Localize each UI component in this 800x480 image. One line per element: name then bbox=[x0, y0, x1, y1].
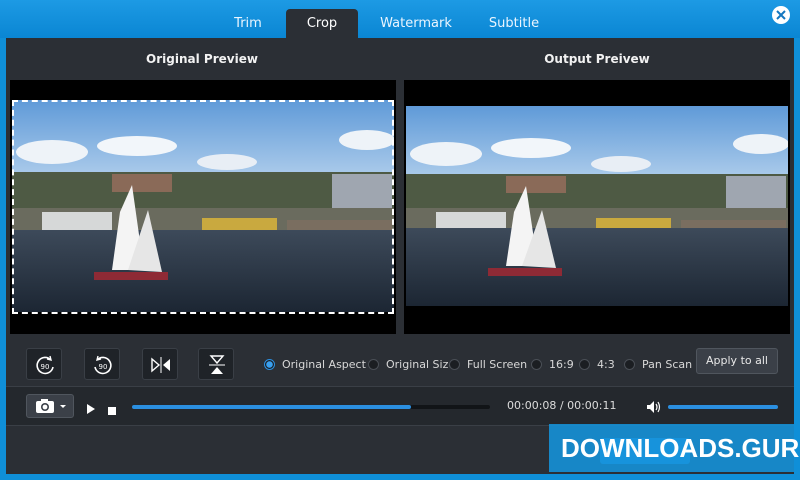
output-preview bbox=[404, 80, 790, 334]
rotate-left-button[interactable]: 90 bbox=[26, 348, 62, 380]
flip-vertical-button[interactable] bbox=[198, 348, 234, 380]
watermark-text: DOWNLOADS.GURU bbox=[561, 433, 800, 463]
flip-horizontal-icon bbox=[151, 357, 170, 373]
time-display: 00:00:08 / 00:00:11 bbox=[507, 399, 617, 412]
tab-watermark[interactable]: Watermark bbox=[372, 9, 460, 38]
close-icon bbox=[776, 10, 786, 20]
crop-panel: Original Preview Output Preivew 90 90 Or… bbox=[6, 38, 794, 474]
tab-crop[interactable]: Crop bbox=[286, 9, 358, 38]
stop-button[interactable] bbox=[107, 401, 117, 420]
flip-horizontal-button[interactable] bbox=[142, 348, 178, 380]
rotate-right-90-icon: 90 bbox=[94, 355, 112, 375]
camera-icon bbox=[36, 399, 66, 413]
radio-icon bbox=[531, 358, 542, 370]
progress-fill bbox=[132, 405, 412, 409]
radio-label: 4:3 bbox=[597, 357, 615, 371]
aspect-pan-scan[interactable]: Pan Scan bbox=[624, 356, 692, 372]
tab-bar: Trim Crop Watermark Subtitle bbox=[0, 0, 800, 38]
radio-icon bbox=[449, 358, 460, 370]
progress-bar[interactable] bbox=[132, 405, 490, 409]
crop-selection-frame[interactable] bbox=[12, 100, 394, 314]
speaker-icon bbox=[647, 401, 661, 413]
play-icon bbox=[87, 404, 95, 414]
aspect-full-screen[interactable]: Full Screen bbox=[449, 356, 527, 372]
rotate-left-label: 90 bbox=[41, 363, 50, 371]
rotate-right-button[interactable]: 90 bbox=[84, 348, 120, 380]
apply-to-all-button[interactable]: Apply to all bbox=[696, 348, 778, 374]
radio-icon bbox=[624, 358, 635, 370]
volume-button[interactable] bbox=[646, 399, 662, 418]
watermark-banner: DOWNLOADS.GURU bbox=[549, 424, 800, 472]
tab-subtitle[interactable]: Subtitle bbox=[478, 9, 550, 38]
volume-slider[interactable] bbox=[668, 405, 778, 409]
play-button[interactable] bbox=[86, 400, 96, 419]
radio-icon bbox=[579, 358, 590, 370]
stop-icon bbox=[108, 407, 116, 415]
aspect-4-3[interactable]: 4:3 bbox=[579, 356, 615, 372]
flip-vertical-icon bbox=[209, 355, 225, 374]
output-video-frame bbox=[406, 106, 788, 306]
radio-label: Pan Scan bbox=[642, 357, 693, 371]
rotate-right-label: 90 bbox=[99, 363, 108, 371]
aspect-original-size[interactable]: Original Size bbox=[368, 356, 455, 372]
rotate-left-90-icon: 90 bbox=[36, 355, 54, 375]
aspect-16-9[interactable]: 16:9 bbox=[531, 356, 574, 372]
radio-label: Original Aspect bbox=[282, 357, 366, 371]
radio-icon bbox=[368, 358, 379, 370]
original-preview bbox=[10, 80, 396, 334]
snapshot-button[interactable] bbox=[26, 394, 74, 418]
output-preview-title: Output Preivew bbox=[544, 52, 650, 66]
close-button[interactable] bbox=[772, 6, 790, 24]
playback-controls: 00:00:08 / 00:00:11 bbox=[6, 386, 794, 426]
original-preview-title: Original Preview bbox=[146, 52, 258, 66]
aspect-original-aspect[interactable]: Original Aspect bbox=[264, 356, 366, 372]
tab-trim[interactable]: Trim bbox=[222, 9, 274, 38]
radio-icon bbox=[264, 358, 275, 370]
radio-label: Full Screen bbox=[467, 357, 528, 371]
radio-label: Original Size bbox=[386, 357, 456, 371]
radio-label: 16:9 bbox=[549, 357, 574, 371]
